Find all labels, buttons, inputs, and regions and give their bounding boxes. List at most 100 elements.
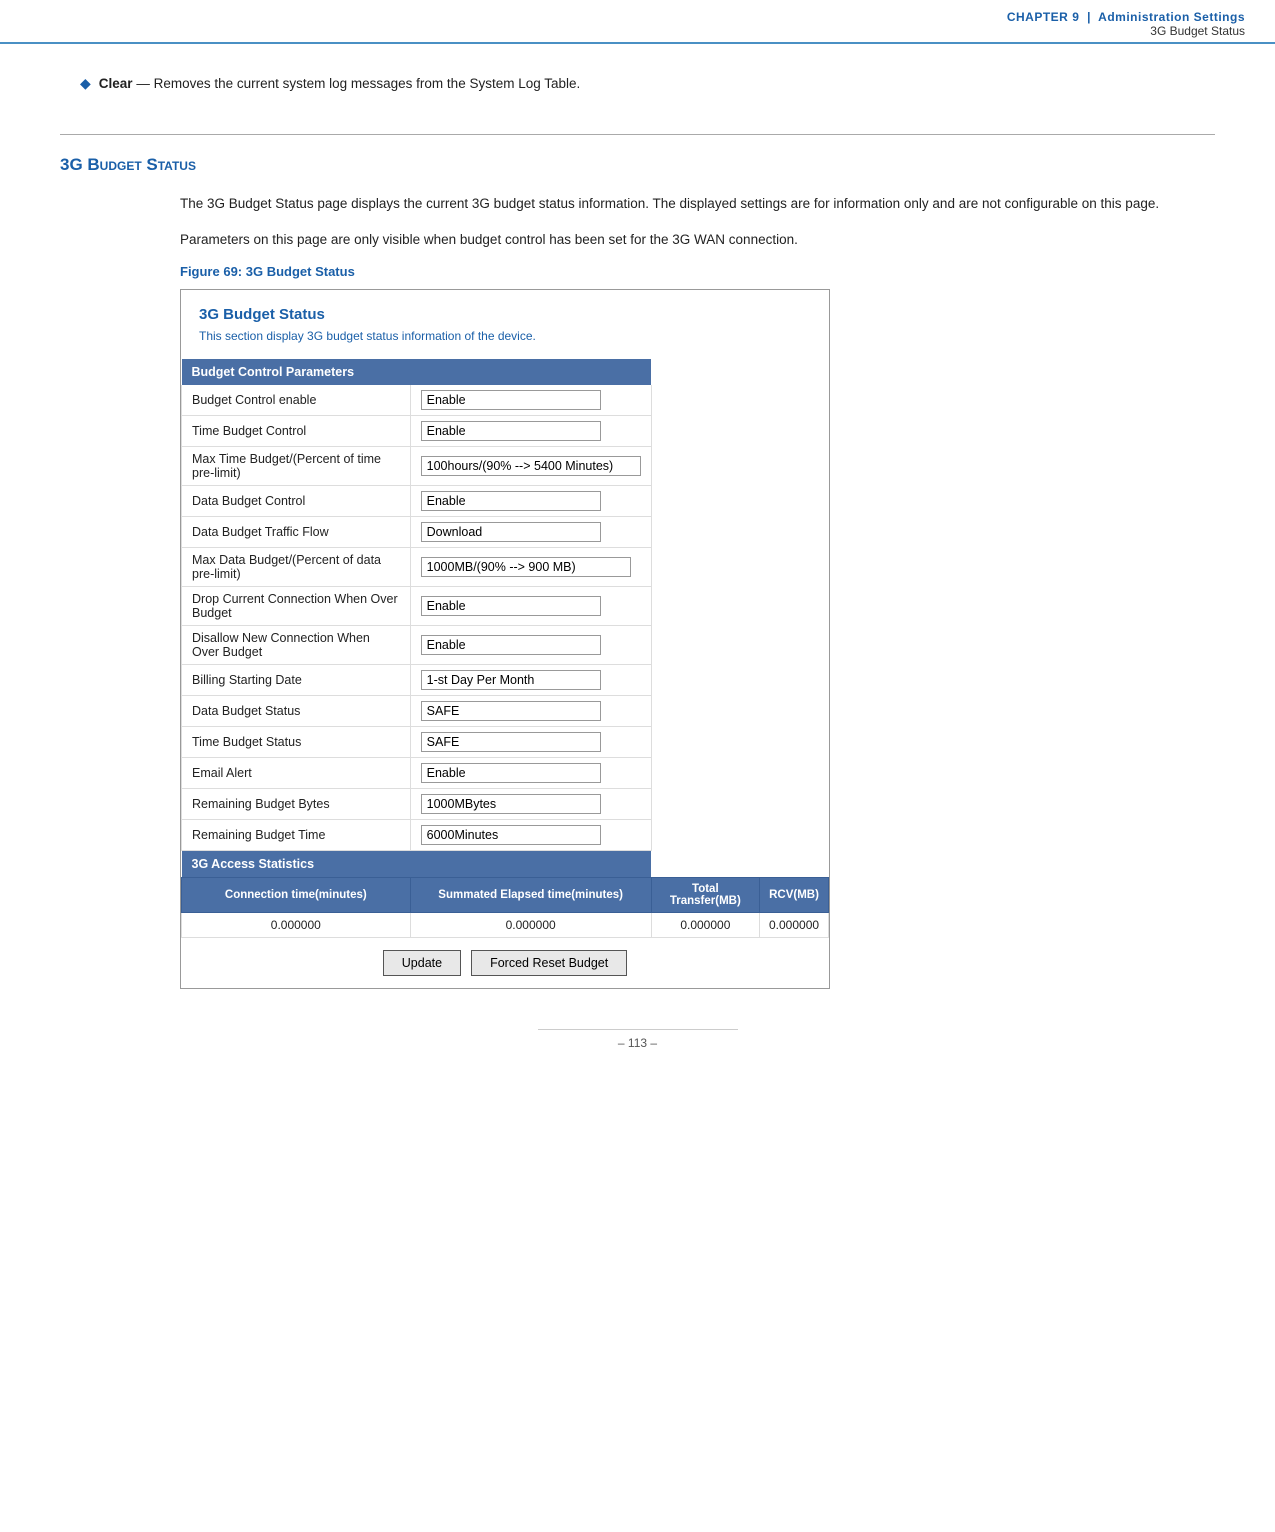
bullet-diamond-icon: ◆ [80,75,91,92]
stats-col-0: Connection time(minutes) [182,878,411,913]
stats-col-1: Summated Elapsed time(minutes) [410,878,651,913]
row-value-7 [410,626,651,665]
button-row: Update Forced Reset Budget [181,938,829,988]
chapter-title: Administration Settings [1098,10,1245,24]
row-label-11: Email Alert [182,758,411,789]
bullet-item: ◆ Clear — Removes the current system log… [80,74,1215,94]
value-input-11 [421,763,601,783]
value-input-6 [421,596,601,616]
value-input-13 [421,825,601,845]
table-row: Disallow New Connection When Over Budget [182,626,829,665]
row-value-3 [410,486,651,517]
update-button[interactable]: Update [383,950,461,976]
bullet-text: Clear — Removes the current system log m… [99,74,581,94]
table-row: Time Budget Status [182,727,829,758]
stats-section-header-row: 3G Access Statistics [182,851,829,878]
value-input-9 [421,701,601,721]
params-table: Budget Control Parameters Budget Control… [181,359,829,938]
row-value-9 [410,696,651,727]
row-label-7: Disallow New Connection When Over Budget [182,626,411,665]
row-label-5: Max Data Budget/(Percent of data pre-lim… [182,548,411,587]
main-content: ◆ Clear — Removes the current system log… [0,44,1275,1110]
row-label-9: Data Budget Status [182,696,411,727]
table-row: Data Budget Control [182,486,829,517]
chapter-word: Chapter [1007,10,1069,24]
stats-header: 3G Access Statistics [182,851,652,878]
table-row: Remaining Budget Bytes [182,789,829,820]
stats-data-3: 0.000000 [760,913,829,938]
table-row: Max Time Budget/(Percent of time pre-lim… [182,447,829,486]
bullet-bold: Clear [99,76,133,91]
row-value-6 [410,587,651,626]
value-input-8 [421,670,601,690]
value-input-0 [421,390,601,410]
header-separator: | [1087,10,1091,24]
row-label-4: Data Budget Traffic Flow [182,517,411,548]
value-input-2 [421,456,641,476]
figure-label: Figure 69: 3G Budget Status [180,264,1215,279]
table-row: Billing Starting Date [182,665,829,696]
section-divider [60,134,1215,135]
forced-reset-budget-button[interactable]: Forced Reset Budget [471,950,627,976]
table-row: Data Budget Traffic Flow [182,517,829,548]
stats-data-0: 0.000000 [182,913,411,938]
table-row: Remaining Budget Time [182,820,829,851]
fig-title-bar: 3G Budget Status This section display 3G… [181,290,829,359]
row-label-0: Budget Control enable [182,385,411,416]
stats-data-1: 0.000000 [410,913,651,938]
stats-column-headers: Connection time(minutes) Summated Elapse… [182,878,829,913]
row-label-6: Drop Current Connection When Over Budget [182,587,411,626]
row-value-12 [410,789,651,820]
value-input-10 [421,732,601,752]
table-row: Max Data Budget/(Percent of data pre-lim… [182,548,829,587]
section-para2: Parameters on this page are only visible… [180,229,1215,251]
page-header: Chapter 9 | Administration Settings 3G B… [0,0,1275,44]
footer-divider [538,1029,738,1030]
section-para1: The 3G Budget Status page displays the c… [180,193,1215,215]
row-value-10 [410,727,651,758]
value-input-3 [421,491,601,511]
row-value-2 [410,447,651,486]
chapter-subtitle: 3G Budget Status [30,24,1245,38]
row-label-1: Time Budget Control [182,416,411,447]
stats-data-2: 0.000000 [651,913,759,938]
fig-title: 3G Budget Status [199,306,811,323]
stats-col-3: RCV(MB) [760,878,829,913]
table-row: Data Budget Status [182,696,829,727]
row-value-0 [410,385,651,416]
value-input-1 [421,421,601,441]
row-value-5 [410,548,651,587]
row-value-8 [410,665,651,696]
value-input-5 [421,557,631,577]
page-footer: – 113 – [60,1029,1215,1070]
row-label-13: Remaining Budget Time [182,820,411,851]
row-label-10: Time Budget Status [182,727,411,758]
chapter-line: Chapter 9 | Administration Settings [30,10,1245,24]
row-value-4 [410,517,651,548]
row-label-12: Remaining Budget Bytes [182,789,411,820]
value-input-12 [421,794,601,814]
row-label-8: Billing Starting Date [182,665,411,696]
fig-subtitle: This section display 3G budget status in… [199,329,811,343]
bullet-section: ◆ Clear — Removes the current system log… [60,74,1215,94]
stats-col-2: Total Transfer(MB) [651,878,759,913]
table-row: Budget Control enable [182,385,829,416]
chapter-num: 9 [1072,10,1079,24]
table-section-header-row: Budget Control Parameters [182,359,829,385]
stats-data-row: 0.000000 0.000000 0.000000 0.000000 [182,913,829,938]
table-row: Drop Current Connection When Over Budget [182,587,829,626]
section-heading: 3G Budget Status [60,155,1215,175]
value-input-4 [421,522,601,542]
value-input-7 [421,635,601,655]
bullet-description: — Removes the current system log message… [136,76,580,91]
table-row: Time Budget Control [182,416,829,447]
row-label-3: Data Budget Control [182,486,411,517]
table-row: Email Alert [182,758,829,789]
row-label-2: Max Time Budget/(Percent of time pre-lim… [182,447,411,486]
row-value-13 [410,820,651,851]
page-number: – 113 – [618,1036,657,1050]
figure-box: 3G Budget Status This section display 3G… [180,289,830,989]
row-value-1 [410,416,651,447]
budget-control-header: Budget Control Parameters [182,359,652,385]
row-value-11 [410,758,651,789]
